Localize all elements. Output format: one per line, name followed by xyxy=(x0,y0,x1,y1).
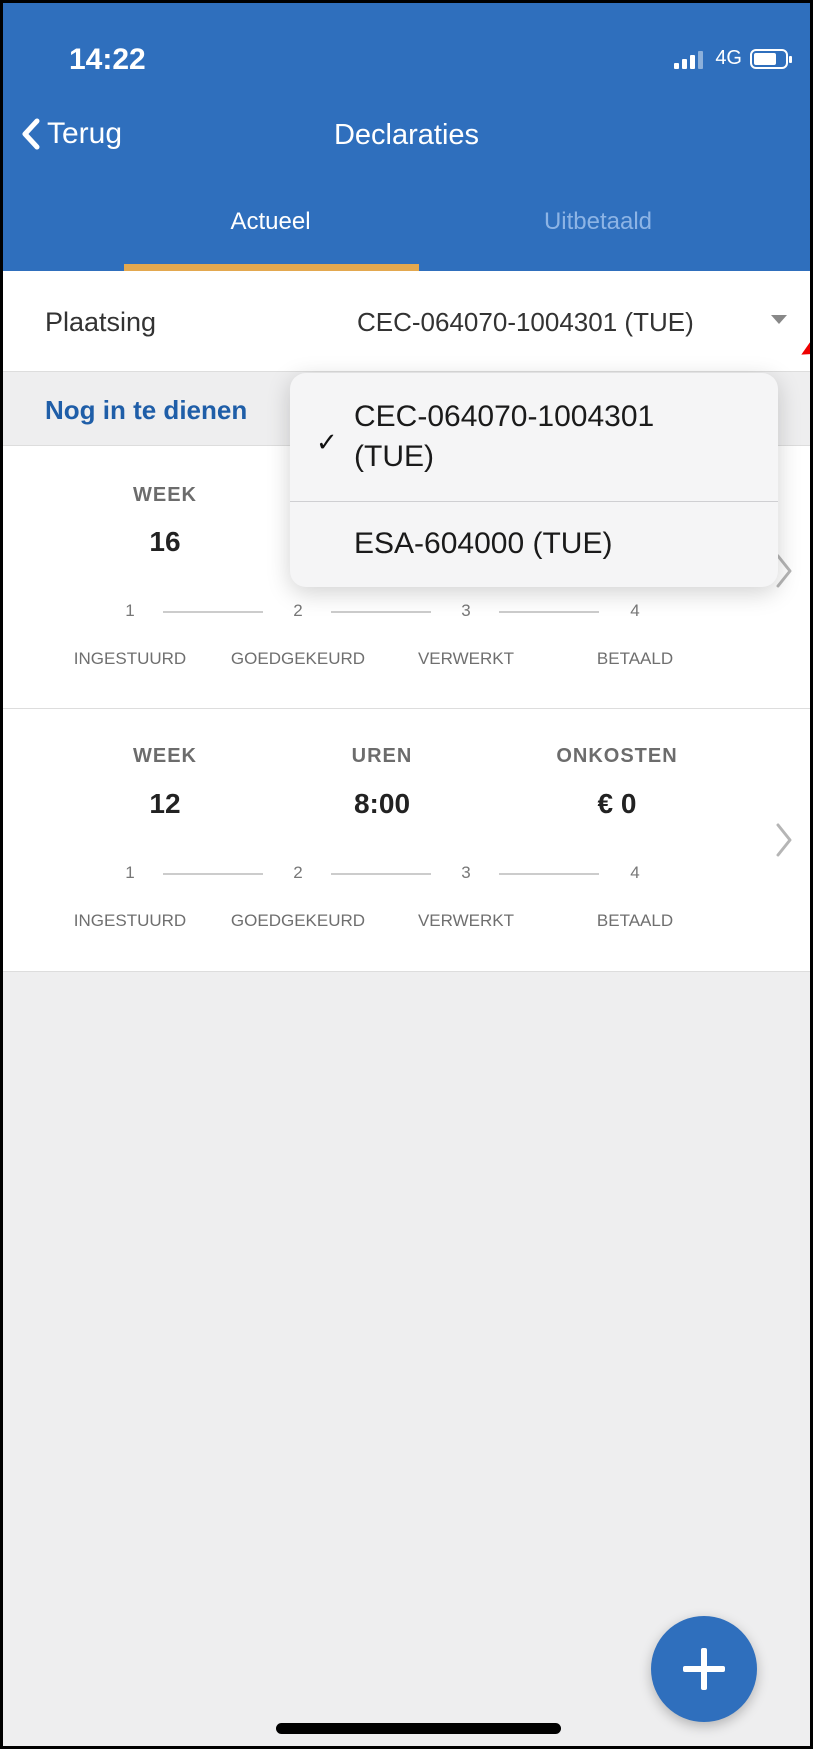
dropdown-option[interactable]: ESA-604000 (TUE) xyxy=(290,502,778,587)
step-label: GOEDGEKEURD xyxy=(230,911,366,930)
add-declaration-button[interactable] xyxy=(651,1616,757,1722)
network-label: 4G xyxy=(715,47,742,69)
expenses-value: € 0 xyxy=(597,788,637,819)
step-number: 1 xyxy=(125,863,135,882)
week-value: 12 xyxy=(149,788,181,819)
step-label: BETAALD xyxy=(596,911,674,930)
status-time: 14:22 xyxy=(69,43,146,76)
active-tab-indicator xyxy=(124,264,419,271)
caret-down-icon xyxy=(771,315,787,324)
battery-icon xyxy=(750,48,792,69)
checkmark-icon: ✓ xyxy=(316,427,338,457)
option-label: ESA-604000 (TUE) xyxy=(354,527,613,560)
week-label: WEEK xyxy=(133,745,197,767)
chevron-right-icon xyxy=(776,823,792,857)
app-frame: 14:22 4G Terug Declaraties Actueel Uitbe… xyxy=(0,0,813,1749)
plaatsing-label: Plaatsing xyxy=(45,307,157,337)
step-label: BETAALD xyxy=(596,649,674,668)
step-connector xyxy=(163,873,263,875)
option-label-line: CEC-064070-1004301 xyxy=(354,400,655,433)
hours-value: 8:00 xyxy=(353,788,411,819)
step-connector xyxy=(499,611,599,613)
hours-label: UREN xyxy=(351,745,413,767)
page-title: Declaraties xyxy=(333,119,480,151)
tab-uitbetaald[interactable]: Uitbetaald xyxy=(448,208,748,236)
step-number: 3 xyxy=(461,863,471,882)
step-label: INGESTUURD xyxy=(73,649,187,668)
week-value: 16 xyxy=(149,526,181,557)
declaration-row[interactable]: WEEK 12 UREN 8:00 ONKOSTEN € 0 1 2 3 4 I… xyxy=(3,709,810,972)
plaatsing-value: CEC-064070-1004301 (TUE) xyxy=(357,307,694,337)
step-label: VERWERKT xyxy=(417,911,515,930)
signal-icon xyxy=(674,49,704,69)
step-connector xyxy=(331,873,431,875)
step-number: 4 xyxy=(630,601,640,620)
step-label: INGESTUURD xyxy=(73,911,187,930)
step-label: VERWERKT xyxy=(417,649,515,668)
plaatsing-select[interactable]: Plaatsing CEC-064070-1004301 (TUE) xyxy=(3,271,810,372)
option-label-line: (TUE) xyxy=(354,440,434,473)
section-title: Nog in te dienen xyxy=(45,395,248,425)
expenses-label: ONKOSTEN xyxy=(556,745,678,767)
chevron-right-icon xyxy=(776,554,792,588)
step-number: 2 xyxy=(293,863,303,882)
plaatsing-dropdown-menu: ✓ CEC-064070-1004301 (TUE) ESA-604000 (T… xyxy=(290,373,778,587)
week-label: WEEK xyxy=(133,484,197,506)
option-label: CEC-064070-1004301 (TUE) xyxy=(354,397,654,477)
step-number: 4 xyxy=(630,863,640,882)
step-number: 1 xyxy=(125,601,135,620)
header: 14:22 4G Terug Declaraties Actueel Uitbe… xyxy=(3,3,810,271)
status-indicators: 4G xyxy=(674,47,792,70)
step-number: 3 xyxy=(461,601,471,620)
step-connector xyxy=(331,611,431,613)
step-label: GOEDGEKEURD xyxy=(230,649,366,668)
step-number: 2 xyxy=(293,601,303,620)
tab-actueel[interactable]: Actueel xyxy=(123,208,418,236)
home-indicator xyxy=(276,1723,561,1734)
step-connector xyxy=(499,873,599,875)
step-connector xyxy=(163,611,263,613)
dropdown-option[interactable]: ✓ CEC-064070-1004301 (TUE) xyxy=(290,373,778,502)
